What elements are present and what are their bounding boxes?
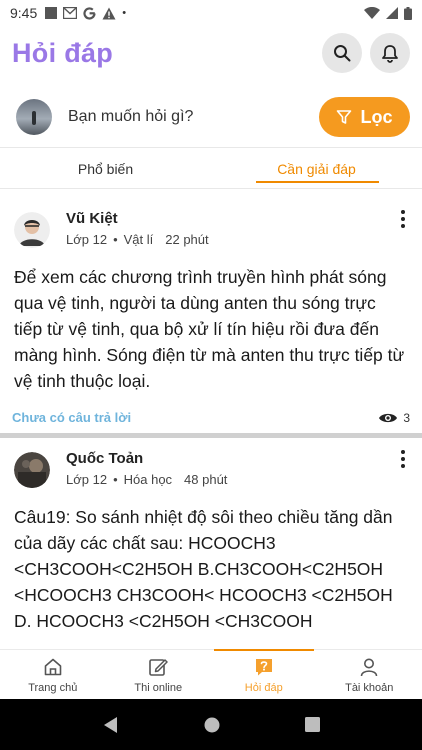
meta-separator: • <box>113 232 118 247</box>
post-meta: Lớp 12 • Vật lí 22 phút <box>66 232 209 247</box>
status-time: 9:45 <box>10 5 38 21</box>
nav-online-test[interactable]: Thi online <box>106 650 212 699</box>
tab-popular[interactable]: Phổ biến <box>0 150 211 186</box>
battery-icon <box>404 6 412 20</box>
subject-label: Vật lí <box>123 232 154 247</box>
filter-label: Lọc <box>360 106 393 127</box>
post-author-info: Quốc Toản Lớp 12 • Hóa học 48 phút <box>66 450 227 487</box>
post-footer: Chưa có câu trả lời 3 <box>0 410 422 425</box>
mail-icon <box>63 7 78 19</box>
app-header: Hỏi đáp <box>0 26 422 80</box>
question-card[interactable]: Quốc Toản Lớp 12 • Hóa học 48 phút Câu19… <box>0 450 422 654</box>
bottom-navigation: Trang chủ Thi online Hỏi đáp Tài khoản <box>0 649 422 699</box>
question-text[interactable]: Để xem các chương trình truyền hình phát… <box>0 264 422 394</box>
answer-status[interactable]: Chưa có câu trả lời <box>12 410 131 425</box>
page-title: Hỏi đáp <box>12 37 114 68</box>
user-icon <box>360 658 378 677</box>
back-icon[interactable] <box>103 716 119 734</box>
header-actions <box>322 33 410 73</box>
nav-account[interactable]: Tài khoản <box>317 650 422 699</box>
avatar[interactable] <box>14 452 50 488</box>
eye-icon <box>379 413 398 422</box>
question-text[interactable]: Câu19: So sánh nhiệt độ sôi theo chiều t… <box>0 504 422 654</box>
notifications-button[interactable] <box>370 33 410 73</box>
subject-label: Hóa học <box>123 472 173 487</box>
nav-qa-label: Hỏi đáp <box>244 682 283 694</box>
nav-qa[interactable]: Hỏi đáp <box>211 649 317 699</box>
status-dot: • <box>122 7 127 19</box>
warning-icon <box>102 7 116 19</box>
author-name[interactable]: Quốc Toản <box>66 450 227 467</box>
more-icon <box>401 210 405 214</box>
nav-account-label: Tài khoản <box>345 682 394 694</box>
grade-label: Lớp 12 <box>66 472 108 487</box>
meta-separator: • <box>113 472 118 487</box>
grade-label: Lớp 12 <box>66 232 108 247</box>
post-header: Vũ Kiệt Lớp 12 • Vật lí 22 phút <box>0 210 422 248</box>
system-status-icons <box>364 6 412 20</box>
filter-icon <box>337 110 352 124</box>
divider <box>0 188 422 189</box>
more-icon <box>401 450 405 454</box>
author-name[interactable]: Vũ Kiệt <box>66 210 209 227</box>
system-navigation-bar <box>0 699 422 750</box>
post-time: 22 phút <box>165 232 209 247</box>
bell-icon <box>382 44 398 63</box>
ask-question-input[interactable]: Bạn muốn hỏi gì? <box>68 108 193 126</box>
google-icon <box>83 6 96 20</box>
home-icon <box>44 658 62 676</box>
search-icon <box>334 45 351 62</box>
question-card[interactable]: Vũ Kiệt Lớp 12 • Vật lí 22 phút Để xem c… <box>0 210 422 425</box>
app-notification-icon <box>45 7 58 19</box>
view-count-value: 3 <box>403 410 410 425</box>
recents-icon[interactable] <box>304 717 320 732</box>
nav-home-label: Trang chủ <box>28 682 78 694</box>
filter-button[interactable]: Lọc <box>319 97 410 137</box>
search-button[interactable] <box>322 33 362 73</box>
more-options-button[interactable] <box>398 450 408 468</box>
notification-icons: • <box>45 6 127 20</box>
post-separator <box>0 433 422 438</box>
post-meta: Lớp 12 • Hóa học 48 phút <box>66 472 227 487</box>
post-time: 48 phút <box>184 472 228 487</box>
nav-online-test-label: Thi online <box>134 682 183 694</box>
post-author-info: Vũ Kiệt Lớp 12 • Vật lí 22 phút <box>66 210 209 247</box>
tab-bar: Phổ biến Cần giải đáp <box>0 150 422 186</box>
view-count: 3 <box>378 411 410 425</box>
edit-icon <box>149 659 168 676</box>
wifi-icon <box>364 7 380 19</box>
ask-question-row: Bạn muốn hỏi gì? Lọc <box>0 92 422 142</box>
avatar <box>16 99 52 135</box>
signal-icon <box>386 7 398 19</box>
avatar[interactable] <box>14 212 50 248</box>
tab-needs-answer[interactable]: Cần giải đáp <box>211 150 422 186</box>
home-circle-icon[interactable] <box>204 717 220 733</box>
divider <box>0 147 422 148</box>
nav-home[interactable]: Trang chủ <box>0 650 106 699</box>
status-bar: 9:45 • <box>0 0 422 26</box>
post-header: Quốc Toản Lớp 12 • Hóa học 48 phút <box>0 450 422 488</box>
question-chat-icon <box>255 659 272 676</box>
more-options-button[interactable] <box>398 210 408 228</box>
